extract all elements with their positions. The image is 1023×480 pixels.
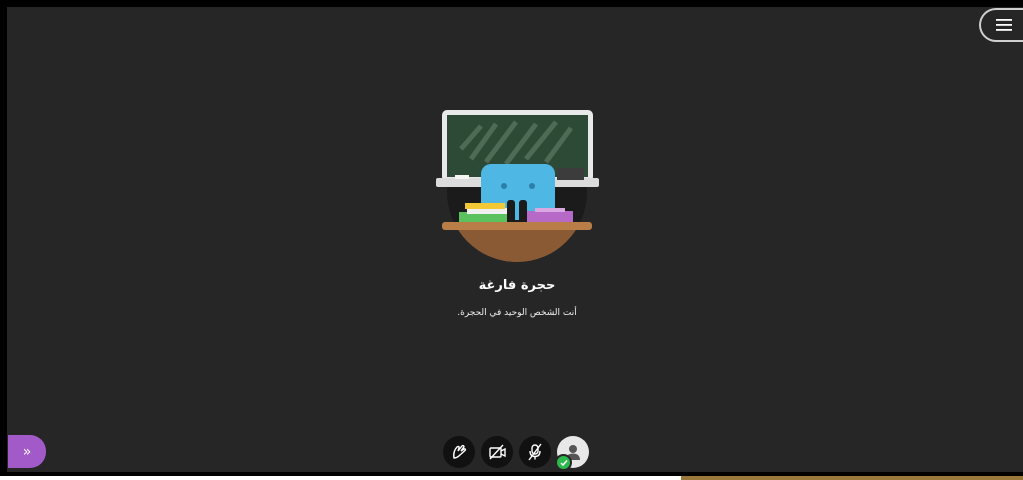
status-available-badge [555, 454, 572, 471]
room-title: حجرة فارغة [478, 278, 556, 293]
empty-room-illustration [431, 104, 603, 262]
microphone-toggle-button[interactable] [519, 436, 551, 468]
checkmark-icon [559, 459, 568, 466]
room-description: أنت الشخص الوحيد في الحجرة. [457, 308, 577, 318]
bottom-accent-bar [681, 476, 1023, 480]
raise-hand-icon [453, 444, 467, 459]
chevron-double-right-icon: » [22, 443, 32, 460]
microphone-off-icon [528, 443, 542, 461]
hamburger-menu-icon [996, 19, 1012, 31]
expand-panel-button[interactable]: » [8, 435, 46, 468]
media-controls [443, 436, 589, 471]
my-status-button[interactable] [555, 436, 589, 471]
menu-button[interactable] [979, 8, 1023, 42]
share-content-button[interactable] [443, 436, 475, 468]
camera-off-icon [489, 444, 506, 460]
camera-toggle-button[interactable] [481, 436, 513, 468]
